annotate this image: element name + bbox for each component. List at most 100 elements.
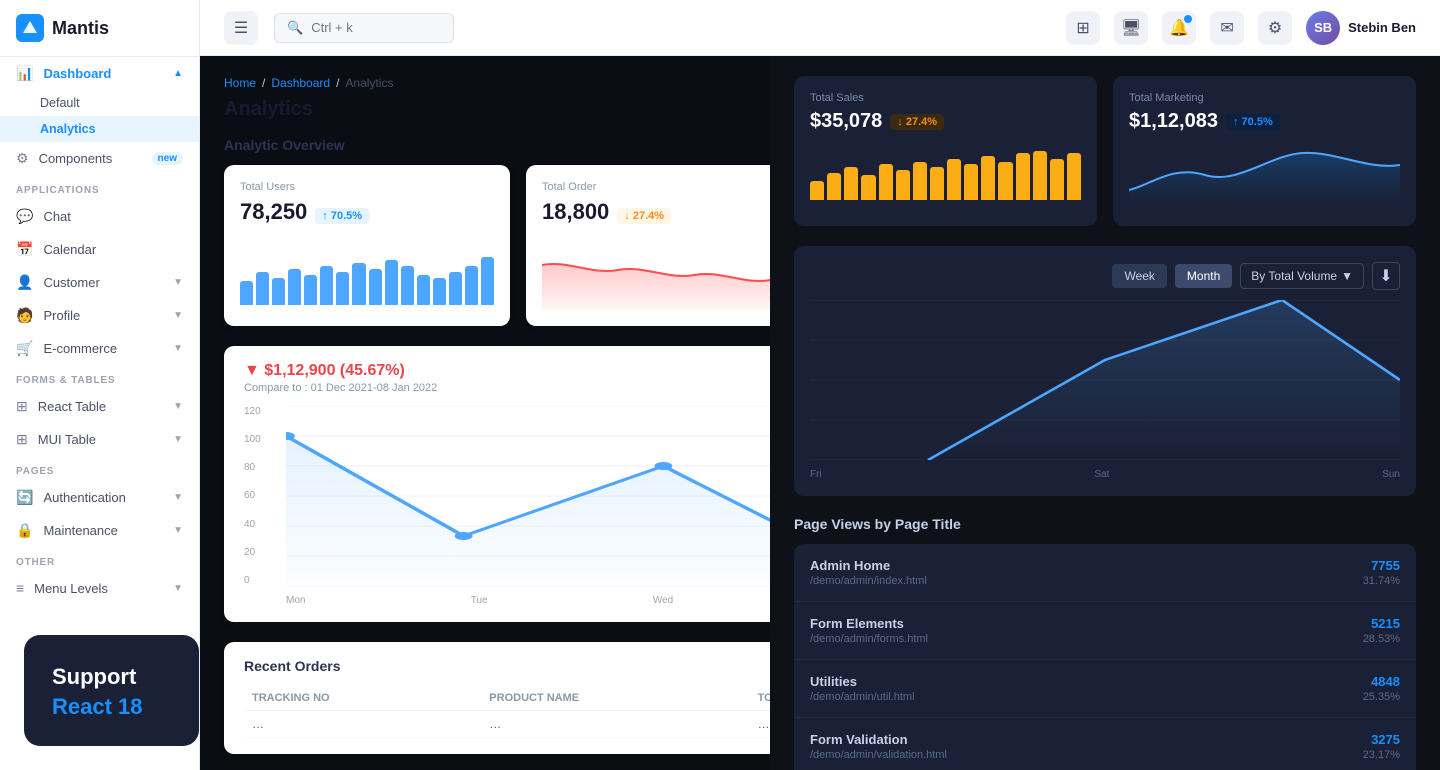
pv-count-4: 3275	[1363, 732, 1400, 747]
dark-week-button[interactable]: Week	[1112, 264, 1166, 288]
sidebar-item-customer[interactable]: 👤 Customer ▼	[0, 266, 199, 299]
profile-label: Profile	[43, 308, 80, 323]
bar	[981, 156, 995, 200]
support-subtitle: React 18	[52, 693, 171, 722]
dark-marketing-badge: ↑ 70.5%	[1226, 114, 1280, 130]
app-name: Mantis	[52, 18, 109, 39]
x-sun: Sun	[1382, 469, 1400, 480]
ecommerce-label: E-commerce	[43, 341, 117, 356]
bar	[913, 162, 927, 201]
dark-stat-card-sales: Total Sales $35,078 ↓ 27.4%	[794, 76, 1097, 226]
bar	[1067, 153, 1081, 200]
pv-pct-2: 28.53%	[1363, 633, 1400, 645]
grid-icon-button[interactable]: ⊞	[1066, 11, 1100, 45]
dark-download-button[interactable]: ⬇	[1372, 262, 1400, 290]
income-info: ▼ $1,12,900 (45.67%) Compare to : 01 Dec…	[244, 362, 437, 394]
y-label: 40	[244, 519, 274, 530]
sidebar-item-default[interactable]: Default	[0, 90, 199, 116]
dark-panel: ⊞ 🖥 🔔 ✉ ⚙ SB Stebin Ben Total Sales $35,…	[770, 0, 1440, 770]
breadcrumb-home[interactable]: Home	[224, 76, 256, 90]
components-badge: new	[152, 152, 183, 165]
x-fri: Fri	[810, 469, 822, 480]
sidebar-item-menu-levels[interactable]: ≡ Menu Levels ▼	[0, 572, 199, 604]
dark-stat-card-marketing: Total Marketing $1,12,083 ↑ 70.5%	[1113, 76, 1416, 226]
bar	[433, 278, 446, 305]
sidebar-item-calendar[interactable]: 📅 Calendar	[0, 233, 199, 266]
stat-value-order: 18,800	[542, 199, 609, 225]
ecommerce-arrow: ▼	[173, 343, 183, 354]
apps-icon-button[interactable]: 🖥	[1114, 11, 1148, 45]
sidebar-item-maintenance[interactable]: 🔒 Maintenance ▼	[0, 514, 199, 547]
stat-badge-order: ↓ 27.4%	[617, 208, 671, 224]
mui-table-label: MUI Table	[38, 432, 96, 447]
breadcrumb-sep1: /	[262, 76, 265, 90]
dark-line-chart	[810, 300, 1400, 460]
components-icon: ⚙	[16, 150, 29, 167]
section-label-applications: Applications	[0, 175, 199, 200]
dark-volume-arrow: ▼	[1341, 269, 1353, 283]
maintenance-arrow: ▼	[173, 525, 183, 536]
sidebar-item-chat[interactable]: 💬 Chat	[0, 200, 199, 233]
income-value: ▼ $1,12,900 (45.67%)	[244, 362, 437, 380]
react-table-arrow: ▼	[173, 401, 183, 412]
section-label-forms: Forms & Tables	[0, 365, 199, 390]
section-label-pages: Pages	[0, 456, 199, 481]
support-title: Support	[52, 663, 171, 692]
pv-title-2: Form Elements	[810, 616, 928, 631]
sidebar-item-mui-table[interactable]: ⊞ MUI Table ▼	[0, 423, 199, 456]
pv-info-3: Utilities /demo/admin/util.html	[810, 674, 915, 703]
sidebar-item-profile[interactable]: 🧑 Profile ▼	[0, 299, 199, 332]
bar	[844, 167, 858, 200]
ecommerce-icon: 🛒	[16, 340, 33, 357]
user-avatar: SB	[1306, 11, 1340, 45]
bar	[827, 173, 841, 201]
y-label: 100	[244, 434, 274, 445]
dark-volume-select[interactable]: By Total Volume ▼	[1240, 263, 1364, 289]
customer-icon: 👤	[16, 274, 33, 291]
bar	[417, 275, 430, 305]
page-views-section: Page Views by Page Title Admin Home /dem…	[794, 516, 1416, 770]
dark-label-marketing: Total Marketing	[1129, 92, 1400, 104]
breadcrumb-current: Analytics	[345, 76, 393, 90]
stat-badge-users: ↑ 70.5%	[315, 208, 369, 224]
users-bar-chart	[240, 245, 494, 305]
dark-marketing-chart	[1129, 145, 1400, 210]
order-area-chart	[542, 245, 796, 310]
user-info[interactable]: SB Stebin Ben	[1306, 11, 1416, 45]
settings-button[interactable]: ⚙	[1258, 11, 1292, 45]
pv-info-2: Form Elements /demo/admin/forms.html	[810, 616, 928, 645]
col-tracking: TRACKING NO	[244, 686, 481, 711]
components-label: Components	[39, 151, 113, 166]
sidebar-item-components[interactable]: ⚙ Components new	[0, 142, 199, 175]
dark-month-button[interactable]: Month	[1175, 264, 1232, 288]
auth-icon: 🔄	[16, 489, 33, 506]
dark-label-sales: Total Sales	[810, 92, 1081, 104]
menu-levels-icon: ≡	[16, 580, 24, 596]
x-label-wed: Wed	[653, 595, 673, 606]
mail-button[interactable]: ✉	[1210, 11, 1244, 45]
mui-table-icon: ⊞	[16, 431, 28, 448]
pv-title-1: Admin Home	[810, 558, 927, 573]
sidebar-item-analytics[interactable]: Analytics	[0, 116, 199, 142]
sidebar-item-ecommerce[interactable]: 🛒 E-commerce ▼	[0, 332, 199, 365]
sidebar-item-dashboard[interactable]: 📊 Dashboard ▲	[0, 57, 199, 90]
search-input[interactable]	[311, 20, 441, 35]
y-label: 20	[244, 547, 274, 558]
notification-button[interactable]: 🔔	[1162, 11, 1196, 45]
menu-toggle-button[interactable]: ☰	[224, 11, 258, 45]
y-axis-labels: 120 100 80 60 40 20 0	[244, 406, 274, 606]
customer-label: Customer	[43, 275, 99, 290]
sidebar-item-react-table[interactable]: ⊞ React Table ▼	[0, 390, 199, 423]
header: ☰ 🔍 ⊞ 🖥 🔔 ✉ ⚙ SB Stebin Ben	[200, 0, 1440, 56]
search-box[interactable]: 🔍	[274, 13, 454, 43]
sidebar-item-authentication[interactable]: 🔄 Authentication ▼	[0, 481, 199, 514]
dark-content: Total Sales $35,078 ↓ 27.4%	[770, 56, 1440, 770]
notification-badge	[1184, 15, 1192, 23]
sidebar-logo[interactable]: Mantis	[0, 0, 199, 57]
pv-title-4: Form Validation	[810, 732, 947, 747]
customer-arrow: ▼	[173, 277, 183, 288]
bar	[930, 167, 944, 200]
breadcrumb-dashboard[interactable]: Dashboard	[271, 76, 330, 90]
bar	[998, 162, 1012, 201]
cell: …	[244, 711, 481, 738]
